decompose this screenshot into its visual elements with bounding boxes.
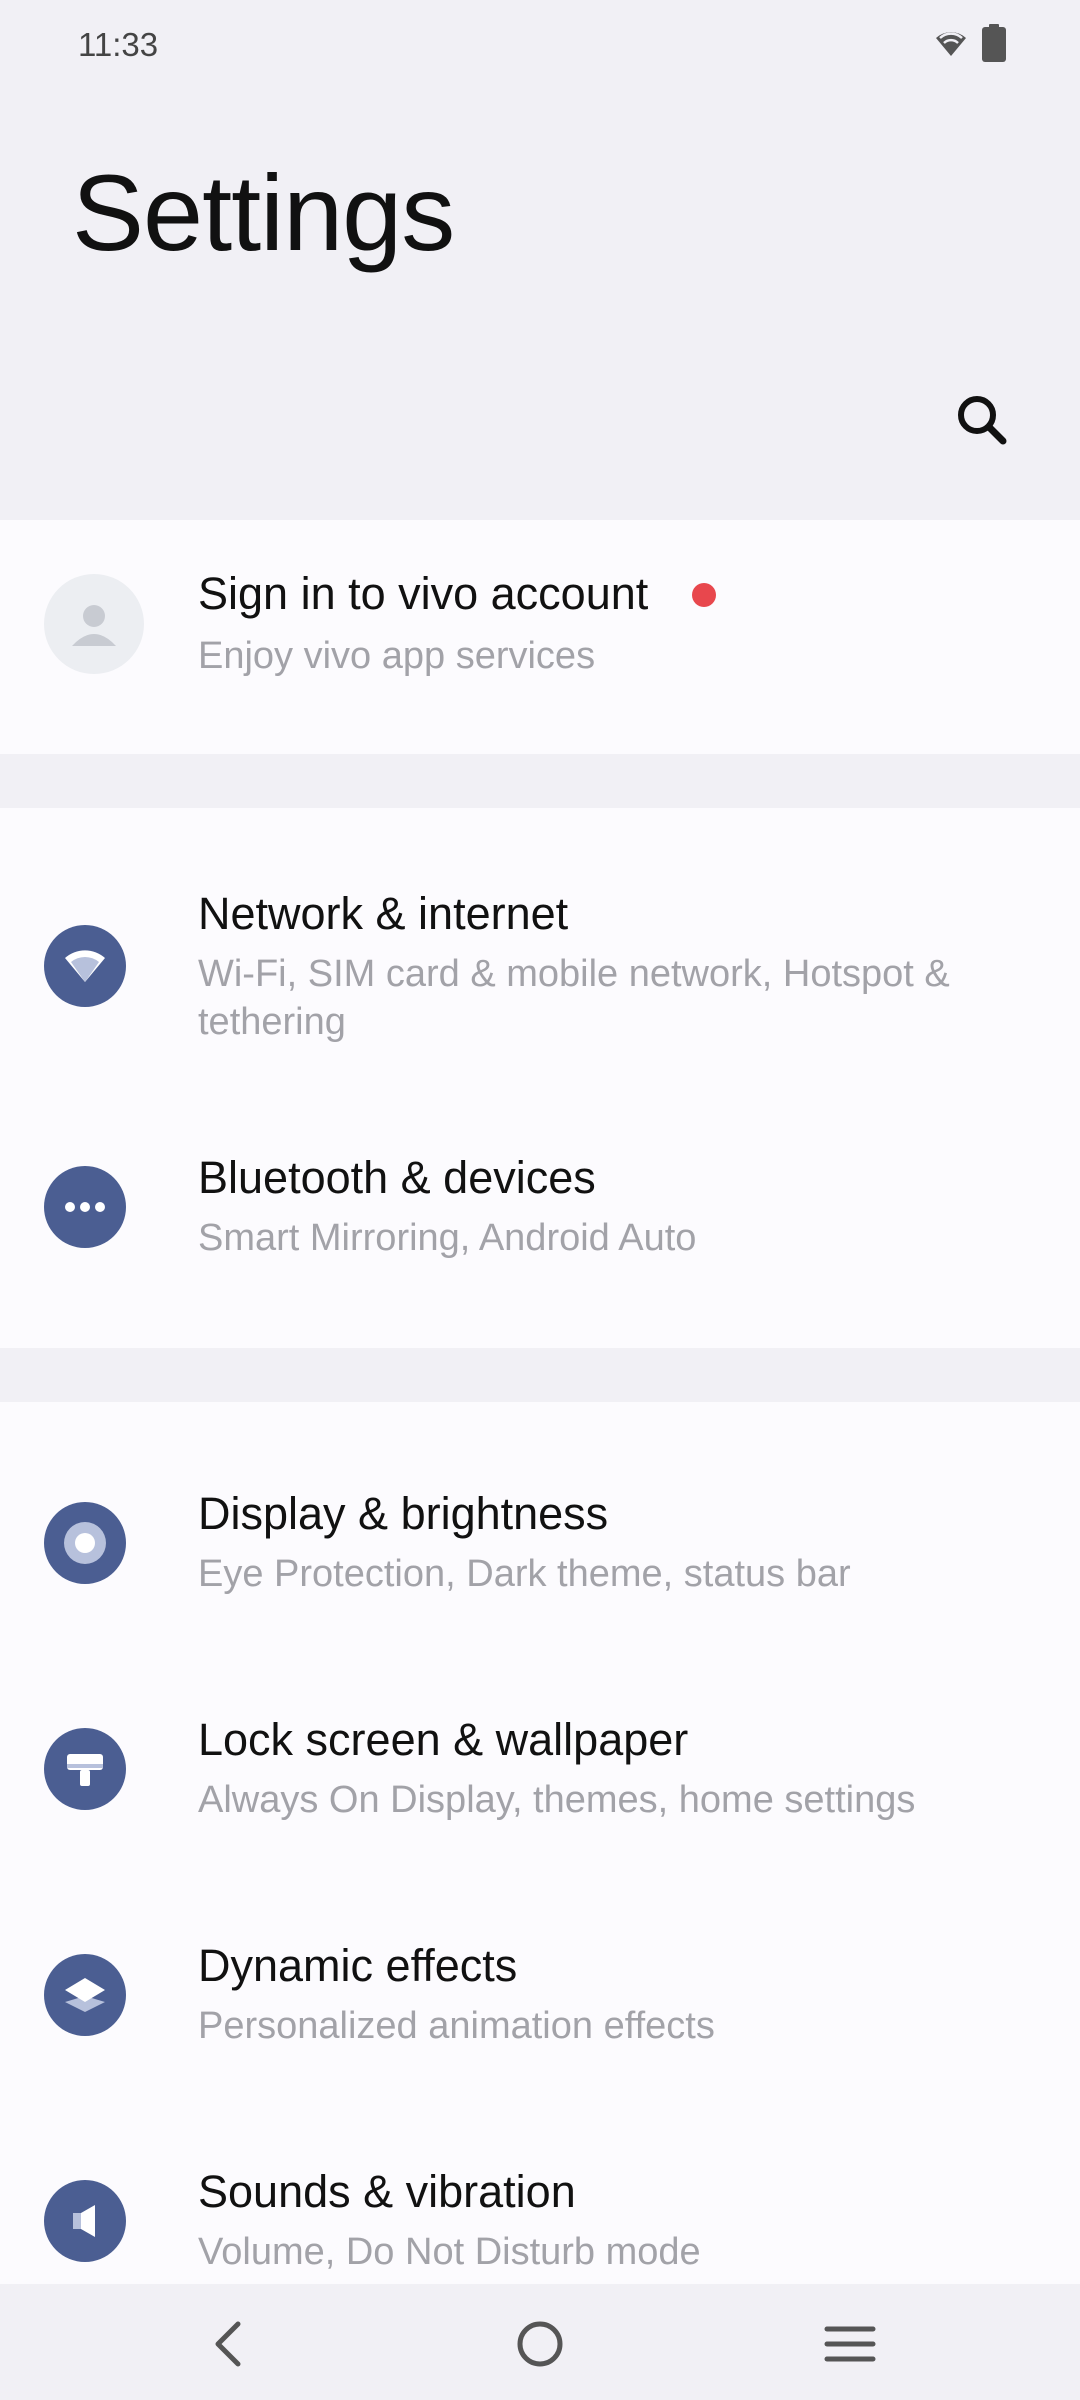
home-button[interactable]: [500, 2304, 580, 2384]
settings-item-network[interactable]: Network & internet Wi-Fi, SIM card & mob…: [0, 860, 1080, 1060]
settings-item-subtitle: Eye Protection, Dark theme, status bar: [198, 1553, 851, 1595]
settings-item-subtitle: Volume, Do Not Disturb mode: [198, 2231, 701, 2273]
notification-dot: [692, 583, 716, 607]
layers-icon: [44, 1954, 126, 2036]
back-button[interactable]: [188, 2304, 268, 2384]
settings-item-title: Network & internet: [198, 888, 569, 939]
status-time: 11:33: [78, 26, 159, 63]
settings-item-title: Bluetooth & devices: [198, 1152, 596, 1203]
settings-item-lock-screen[interactable]: Lock screen & wallpaper Always On Displa…: [0, 1704, 1080, 1854]
status-bar: 11:33: [0, 0, 1080, 90]
settings-item-subtitle: Smart Mirroring, Android Auto: [198, 1217, 697, 1259]
settings-item-title: Lock screen & wallpaper: [198, 1714, 689, 1765]
avatar: [44, 574, 144, 674]
paint-brush-icon: [44, 1728, 126, 1810]
settings-item-dynamic-effects[interactable]: Dynamic effects Personalized animation e…: [0, 1930, 1080, 2080]
settings-item-subtitle: Wi-Fi, SIM card & mobile network, Hotspo…: [198, 953, 950, 1043]
search-icon: [955, 393, 1009, 452]
settings-item-title: Dynamic effects: [198, 1940, 518, 1991]
settings-item-bluetooth[interactable]: Bluetooth & devices Smart Mirroring, And…: [0, 1140, 1080, 1290]
home-icon: [517, 2321, 563, 2367]
speaker-icon: [44, 2180, 126, 2262]
status-icons: [934, 24, 1006, 67]
brightness-icon: [44, 1502, 126, 1584]
settings-item-sounds[interactable]: Sounds & vibration Volume, Do Not Distur…: [0, 2156, 1080, 2284]
settings-item-subtitle: Personalized animation effects: [198, 2005, 715, 2047]
menu-button[interactable]: [810, 2304, 890, 2384]
account-subtitle: Enjoy vivo app services: [198, 635, 596, 677]
person-icon: [72, 605, 116, 646]
settings-item-subtitle: Always On Display, themes, home settings: [198, 1779, 916, 1821]
settings-item-title: Sounds & vibration: [198, 2166, 576, 2217]
more-dots-icon: [44, 1166, 126, 1248]
navigation-bar: [0, 2284, 1080, 2400]
page-title: Settings: [72, 152, 455, 273]
wifi-icon: [934, 28, 968, 63]
menu-icon: [824, 2326, 876, 2362]
settings-item-display[interactable]: Display & brightness Eye Protection, Dar…: [0, 1478, 1080, 1628]
settings-item-title: Display & brightness: [198, 1488, 609, 1539]
wifi-icon: [44, 925, 126, 1007]
battery-icon: [982, 24, 1006, 67]
back-icon: [215, 2321, 241, 2367]
search-button[interactable]: [950, 390, 1014, 454]
account-title: Sign in to vivo account: [198, 568, 649, 619]
